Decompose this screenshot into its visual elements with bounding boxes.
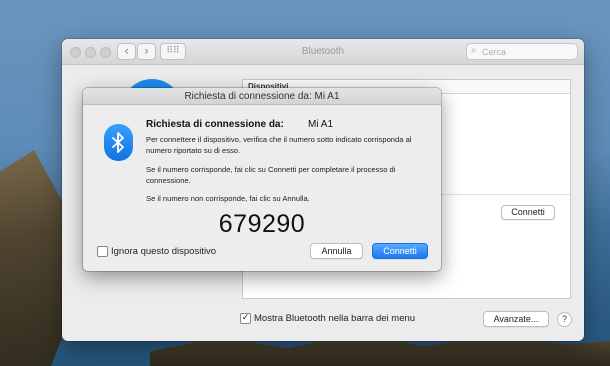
ignore-device-checkbox[interactable] xyxy=(97,245,108,257)
device-connect-button[interactable]: Connetti xyxy=(501,205,555,220)
pairing-code: 679290 xyxy=(218,210,306,238)
show-in-menubar-checkbox[interactable]: ✓ xyxy=(240,312,251,324)
help-button[interactable]: ? xyxy=(557,312,572,327)
search-input[interactable]: ⌕ Cerca xyxy=(466,43,578,60)
bluetooth-icon xyxy=(104,124,133,161)
show-in-menubar-option[interactable]: ✓ Mostra Bluetooth nella barra dei menu xyxy=(240,312,415,324)
window-titlebar: ‹ › ⠿⠿ Bluetooth ⌕ Cerca xyxy=(62,39,584,65)
advanced-button[interactable]: Avanzate... xyxy=(483,311,549,327)
dialog-heading: Richiesta di connessione da: xyxy=(146,119,284,130)
connection-request-dialog: Richiesta di connessione da: Mi A1 Richi… xyxy=(83,88,441,271)
search-icon: ⌕ xyxy=(471,45,477,56)
ignore-device-label: Ignora questo dispositivo xyxy=(111,245,217,257)
cancel-button[interactable]: Annulla xyxy=(310,243,363,259)
dialog-paragraph-mismatch: Se il numero non corrisponde, fai clic s… xyxy=(146,194,310,203)
dialog-title: Richiesta di connessione da: Mi A1 xyxy=(83,88,441,105)
show-in-menubar-label: Mostra Bluetooth nella barra dei menu xyxy=(254,312,416,324)
dialog-paragraph-match: Se il numero corrisponde, fai clic su Co… xyxy=(146,165,396,185)
dialog-device-name: Mi A1 xyxy=(308,119,334,130)
search-placeholder: Cerca xyxy=(482,47,507,57)
ignore-device-option[interactable]: Ignora questo dispositivo xyxy=(97,245,216,257)
connect-button[interactable]: Connetti xyxy=(372,243,428,259)
dialog-paragraph-verify: Per connettere il dispositivo, verifica … xyxy=(146,135,412,155)
